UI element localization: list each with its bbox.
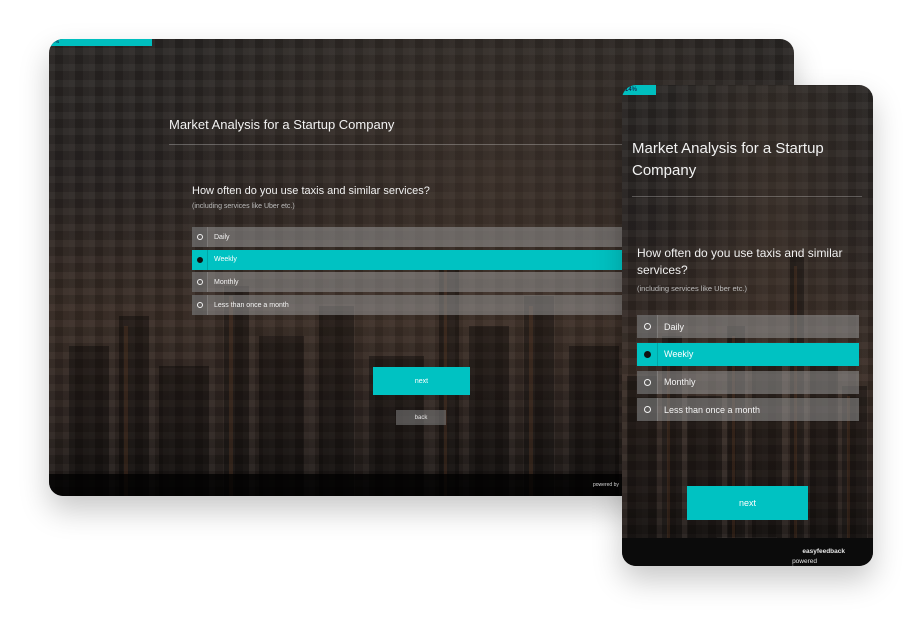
question-hint: (including services like Uber etc.) — [192, 203, 295, 210]
option-weekly[interactable]: Weekly — [637, 342, 859, 366]
answer-options: Daily Weekly Monthly Less than once a mo… — [637, 315, 859, 426]
powered-by-text: powered by — [593, 482, 619, 488]
progress-bar: 0% — [49, 39, 152, 46]
radio-selected-icon[interactable] — [637, 342, 658, 366]
powered-by-prefix: powered by — [792, 558, 817, 566]
radio-icon[interactable] — [192, 272, 208, 293]
next-button[interactable]: next — [687, 486, 808, 520]
option-label: Daily — [214, 233, 230, 241]
back-button[interactable]: back — [396, 410, 446, 425]
option-weekly[interactable]: Weekly — [192, 249, 632, 270]
option-label: Less than once a month — [664, 404, 761, 415]
option-label: Weekly — [664, 349, 694, 360]
next-button[interactable]: next — [373, 367, 470, 395]
option-label: Daily — [664, 321, 685, 332]
progress-bar: 14% — [622, 85, 656, 95]
option-daily[interactable]: Daily — [192, 227, 632, 247]
option-less-than-once-a-month[interactable]: Less than once a month — [637, 398, 859, 422]
radio-selected-icon[interactable] — [192, 249, 208, 270]
title-divider — [632, 196, 862, 197]
question-text: How often do you use taxis and similar s… — [637, 246, 843, 277]
option-label: Less than once a month — [214, 301, 289, 309]
radio-icon[interactable] — [192, 295, 208, 316]
option-label: Monthly — [214, 278, 239, 286]
powered-by-text: powered by easyfeedback — [792, 548, 845, 566]
brand-name: easyfeedback — [802, 548, 845, 555]
option-monthly[interactable]: Monthly — [192, 272, 632, 293]
footer-bar: powered by easyfeedback — [622, 538, 873, 566]
progress-label: 14% — [625, 87, 638, 93]
progress-label: 0% — [52, 39, 60, 45]
survey-title: Market Analysis for a Startup Company — [169, 117, 395, 132]
answer-options: Daily Weekly Monthly Less than once a mo… — [192, 227, 632, 318]
option-less-than-once-a-month[interactable]: Less than once a month — [192, 295, 632, 316]
radio-icon[interactable] — [637, 370, 658, 394]
title-divider — [169, 144, 629, 145]
mobile-survey-preview: 14% Market Analysis for a Startup Compan… — [622, 85, 873, 566]
radio-icon[interactable] — [192, 227, 208, 247]
survey-title: Market Analysis for a Startup Company — [632, 140, 824, 179]
radio-icon[interactable] — [637, 398, 658, 422]
option-label: Weekly — [214, 256, 237, 264]
option-monthly[interactable]: Monthly — [637, 370, 859, 394]
radio-icon[interactable] — [637, 315, 658, 338]
option-daily[interactable]: Daily — [637, 315, 859, 338]
question-text: How often do you use taxis and similar s… — [192, 185, 430, 197]
question-hint: (including services like Uber etc.) — [637, 284, 748, 293]
option-label: Monthly — [664, 377, 696, 388]
